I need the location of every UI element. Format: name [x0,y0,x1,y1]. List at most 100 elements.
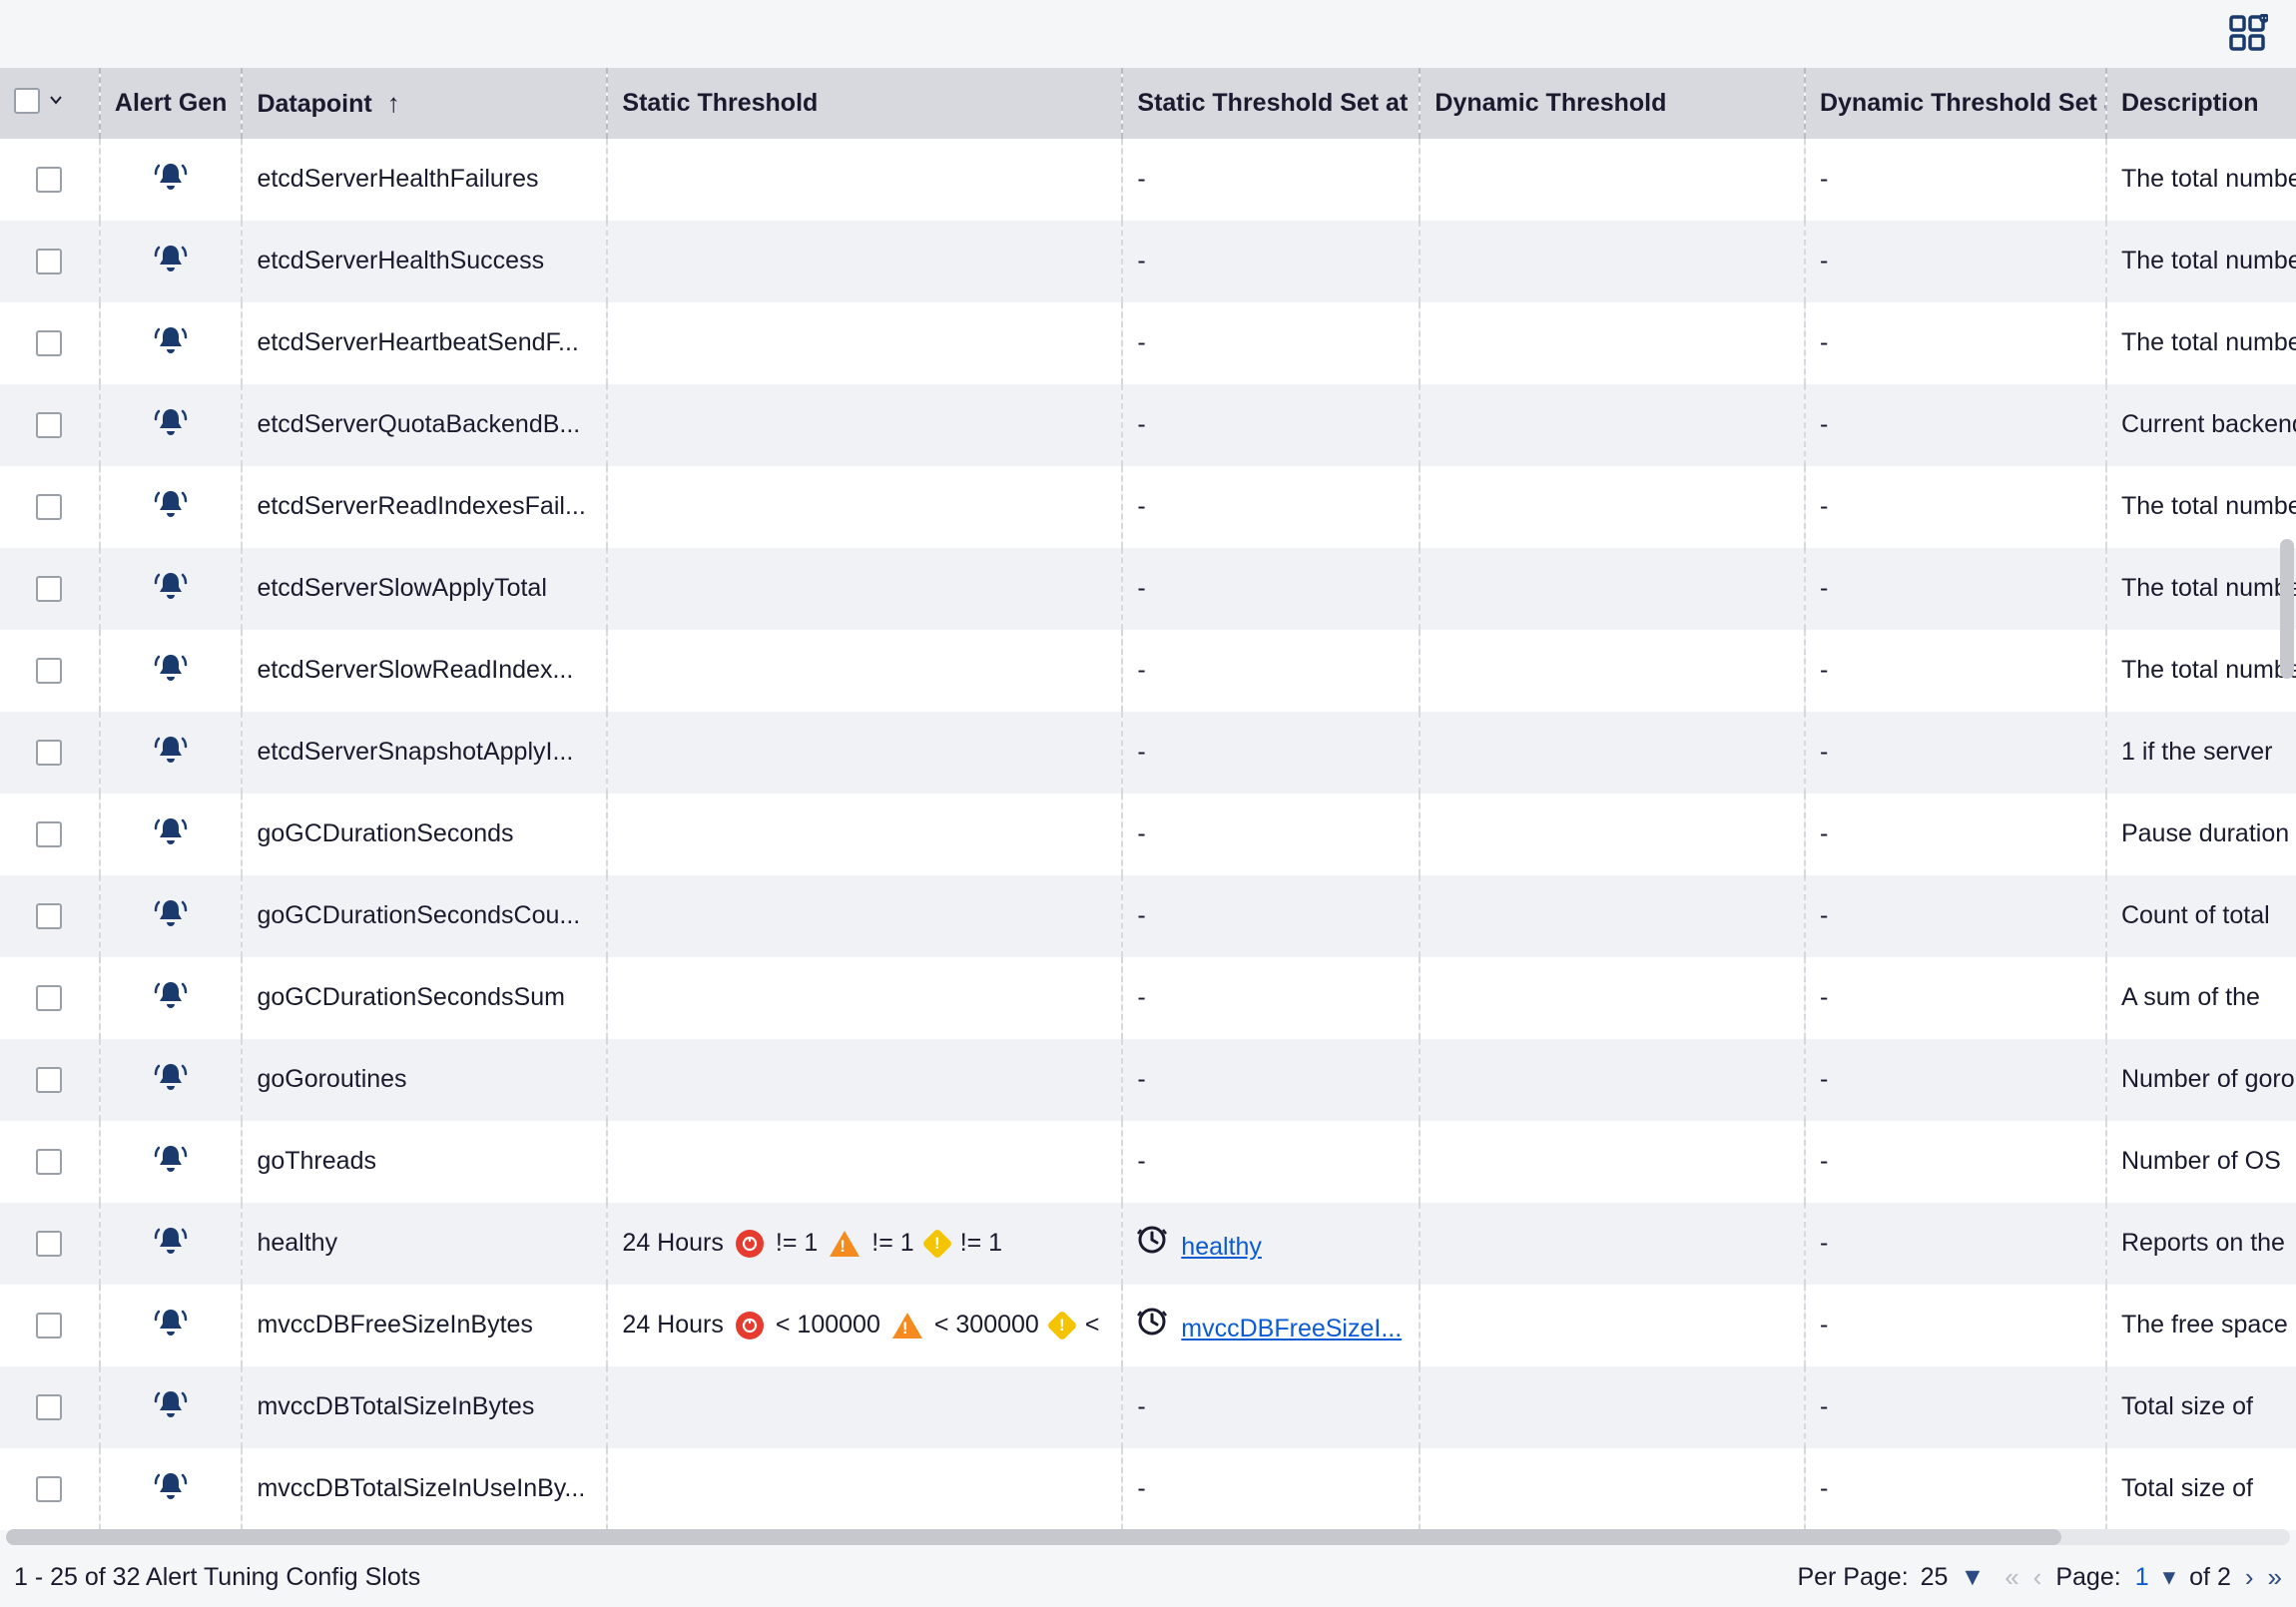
chevron-down-icon[interactable] [48,86,64,115]
row-checkbox-cell [0,1203,100,1285]
row-checkbox[interactable] [36,412,62,438]
dynamic-threshold-at-cell: - [1805,384,2106,466]
row-checkbox[interactable] [36,1394,62,1420]
col-header-description[interactable]: Description [2106,68,2296,139]
col-header-dynamic-threshold[interactable]: Dynamic Threshold [1420,68,1805,139]
bell-icon[interactable] [153,733,189,765]
row-checkbox[interactable] [36,1313,62,1339]
bell-icon[interactable] [153,1306,189,1338]
table-row[interactable]: etcdServerSlowReadIndex...--The total nu… [0,630,2296,712]
row-checkbox[interactable] [36,1476,62,1502]
table-row[interactable]: goGCDurationSeconds--Pause duration [0,794,2296,875]
table-row[interactable]: mvccDBTotalSizeInBytes--Total size of [0,1366,2296,1448]
col-header-checkbox[interactable] [0,68,100,139]
current-page[interactable]: 1 [2135,1563,2149,1592]
bell-icon[interactable] [153,978,189,1010]
datapoint-cell: etcdServerSlowReadIndex... [242,630,607,712]
row-checkbox-cell [0,548,100,630]
row-checkbox[interactable] [36,1149,62,1175]
dynamic-threshold-cell [1420,466,1805,548]
row-checkbox[interactable] [36,576,62,602]
row-checkbox[interactable] [36,1231,62,1257]
minor-value: < [1085,1311,1100,1339]
apps-grid-icon[interactable] [2228,14,2268,54]
bell-icon[interactable] [153,405,189,437]
per-page-selector[interactable]: Per Page: 25 ▼ [1797,1563,1985,1592]
table-row[interactable]: etcdServerSlowApplyTotal--The total numb… [0,548,2296,630]
horizontal-scrollbar-thumb[interactable] [6,1529,2061,1545]
dynamic-threshold-at-cell: - [1805,1366,2106,1448]
row-checkbox-cell [0,794,100,875]
static-threshold-cell [607,466,1122,548]
vertical-scrollbar-thumb[interactable] [2280,539,2294,679]
horizontal-scrollbar[interactable] [6,1529,2290,1545]
description-cell: Total size of [2106,1448,2296,1530]
bell-icon[interactable] [153,1387,189,1419]
vertical-scrollbar[interactable] [2280,70,2294,1527]
prev-page-button[interactable]: ‹ [2033,1562,2042,1593]
static-threshold-at-cell: - [1122,548,1420,630]
chevron-down-icon[interactable]: ▼ [1960,1563,1985,1592]
col-header-static-threshold[interactable]: Static Threshold [607,68,1122,139]
col-header-datapoint[interactable]: Datapoint ↑ [242,68,607,139]
table-row[interactable]: mvccDBTotalSizeInUseInBy...--Total size … [0,1448,2296,1530]
table-row[interactable]: goThreads--Number of OS [0,1121,2296,1203]
bell-icon[interactable] [153,1224,189,1256]
alert-gen-cell [100,875,243,957]
row-checkbox-cell [0,384,100,466]
table-row[interactable]: etcdServerHealthSuccess--The total numbe… [0,221,2296,302]
static-threshold-at-cell: - [1122,875,1420,957]
table-row[interactable]: etcdServerHeartbeatSendF...--The total n… [0,302,2296,384]
threshold-link[interactable]: healthy [1181,1233,1262,1261]
row-checkbox[interactable] [36,821,62,847]
table-row[interactable]: goGoroutines--Number of goroutines [0,1039,2296,1121]
first-page-button[interactable]: « [2005,1562,2018,1593]
alert-gen-cell [100,384,243,466]
row-checkbox[interactable] [36,249,62,274]
bell-icon[interactable] [153,160,189,192]
alert-gen-cell [100,1203,243,1285]
row-checkbox[interactable] [36,740,62,766]
dynamic-threshold-at-cell: - [1805,548,2106,630]
sort-ascending-icon: ↑ [387,88,400,118]
bell-icon[interactable] [153,1060,189,1092]
bell-icon[interactable] [153,487,189,519]
table-row[interactable]: etcdServerHealthFailures--The total numb… [0,139,2296,221]
static-threshold-at-cell: - [1122,221,1420,302]
bell-icon[interactable] [153,242,189,273]
row-checkbox[interactable] [36,494,62,520]
table-row[interactable]: etcdServerSnapshotApplyI...--1 if the se… [0,712,2296,794]
table-row[interactable]: goGCDurationSecondsSum--A sum of the [0,957,2296,1039]
bell-icon[interactable] [153,896,189,928]
chevron-down-icon[interactable]: ▾ [2163,1562,2176,1592]
row-checkbox[interactable] [36,903,62,929]
table-row[interactable]: goGCDurationSecondsCou...--Count of tota… [0,875,2296,957]
minor-icon: ! [1046,1310,1077,1340]
table-row[interactable]: healthy24 Hours!= 1!!= 1!!= 1 healthy-Re… [0,1203,2296,1285]
bell-icon[interactable] [153,814,189,846]
table-row[interactable]: mvccDBFreeSizeInBytes24 Hours< 100000!< … [0,1285,2296,1366]
threshold-link[interactable]: mvccDBFreeSizeI... [1181,1315,1402,1342]
description-cell: Current backend [2106,384,2296,466]
next-page-button[interactable]: › [2245,1562,2254,1593]
row-checkbox[interactable] [36,658,62,684]
bell-icon[interactable] [153,569,189,601]
alert-gen-cell [100,957,243,1039]
bell-icon[interactable] [153,323,189,355]
select-all-checkbox[interactable] [14,88,40,114]
col-header-static-threshold-at[interactable]: Static Threshold Set at [1122,68,1420,139]
row-checkbox[interactable] [36,167,62,193]
col-header-dynamic-threshold-at[interactable]: Dynamic Threshold Set at [1805,68,2106,139]
bell-icon[interactable] [153,1142,189,1174]
row-checkbox-cell [0,221,100,302]
col-header-alert-gen[interactable]: Alert Gen [100,68,243,139]
datapoint-cell: goThreads [242,1121,607,1203]
row-checkbox[interactable] [36,985,62,1011]
bell-icon[interactable] [153,651,189,683]
row-checkbox[interactable] [36,1067,62,1093]
table-row[interactable]: etcdServerReadIndexesFail...--The total … [0,466,2296,548]
row-checkbox[interactable] [36,330,62,356]
bell-icon[interactable] [153,1469,189,1501]
table-row[interactable]: etcdServerQuotaBackendB...--Current back… [0,384,2296,466]
last-page-button[interactable]: » [2268,1562,2282,1593]
